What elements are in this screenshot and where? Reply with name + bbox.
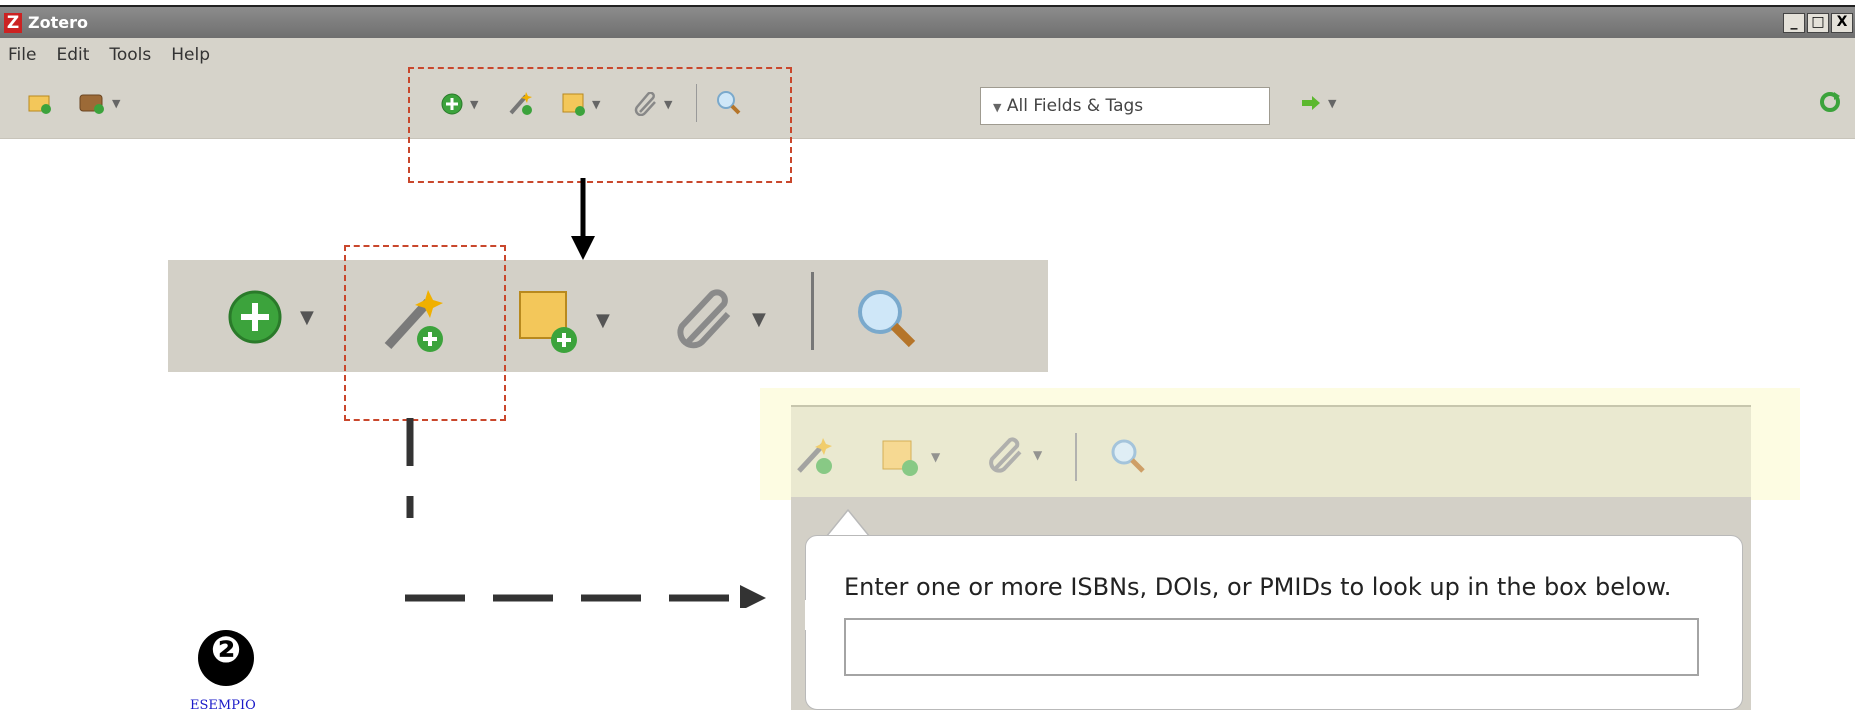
menu-tools[interactable]: Tools xyxy=(109,38,151,72)
zoomed-toolbar: ▼ ▼ ▼ xyxy=(168,260,1048,372)
add-by-identifier-icon xyxy=(797,438,832,474)
zoomed-advanced-search-button[interactable] xyxy=(854,286,918,354)
dropdown-arrow-icon: ▼ xyxy=(300,306,314,328)
toolbar-separator xyxy=(811,272,814,350)
new-collection-button[interactable] xyxy=(28,92,52,114)
search-mode-field[interactable]: ▼ All Fields & Tags xyxy=(980,87,1270,125)
toolbar-separator xyxy=(1075,433,1077,481)
identifier-input[interactable] xyxy=(844,618,1699,676)
popup-toolbar: ▼ ▼ xyxy=(791,405,1751,497)
new-library-button[interactable]: ▼ xyxy=(78,92,120,114)
dropdown-arrow-icon: ▼ xyxy=(1328,96,1337,110)
lookup-instructions: Enter one or more ISBNs, DOIs, or PMIDs … xyxy=(844,573,1672,601)
new-item-icon xyxy=(228,290,282,344)
popup-add-by-identifier-button[interactable] xyxy=(795,435,835,479)
arrow-down-icon xyxy=(571,178,595,260)
search-mode-dropdown-icon: ▼ xyxy=(993,101,1002,114)
minimize-button[interactable]: _ xyxy=(1783,13,1805,33)
highlight-box-identifier xyxy=(344,245,506,421)
dropdown-arrow-icon: ▼ xyxy=(1033,448,1043,462)
search-mode-label: All Fields & Tags xyxy=(1006,96,1144,116)
popup-add-attachment-button[interactable]: ▼ xyxy=(987,437,1042,473)
sync-button[interactable] xyxy=(1818,90,1842,114)
zotero-logo-icon: Z xyxy=(4,13,22,33)
new-library-icon xyxy=(79,94,104,114)
new-note-icon xyxy=(882,440,918,476)
menu-file[interactable]: File xyxy=(8,38,36,72)
window-controls: _ □ X xyxy=(1783,13,1853,33)
new-collection-icon xyxy=(28,95,51,114)
locate-icon xyxy=(1302,96,1320,110)
menu-bar: File Edit Tools Help xyxy=(0,38,1855,72)
zoomed-new-item-button[interactable]: ▼ xyxy=(226,288,314,346)
popup-advanced-search-button[interactable] xyxy=(1109,437,1147,479)
popup-new-note-button[interactable]: ▼ xyxy=(881,437,940,477)
main-toolbar: ▼ ▼ ▼ ▼ ▼ All Fields & Tags ▼ xyxy=(0,72,1855,139)
add-attachment-icon xyxy=(989,437,1022,473)
maximize-button[interactable]: □ xyxy=(1807,13,1829,33)
dropdown-arrow-icon: ▼ xyxy=(596,309,610,331)
zoomed-new-note-button[interactable]: ▼ xyxy=(516,286,610,354)
highlight-box-toolbar xyxy=(408,67,792,183)
dashed-arrow-icon xyxy=(405,418,766,608)
dropdown-arrow-icon: ▼ xyxy=(931,450,941,464)
example-caption: ESEMPIO xyxy=(190,698,256,713)
step-badge: ❷ xyxy=(198,630,254,686)
menu-help[interactable]: Help xyxy=(171,38,210,72)
menu-edit[interactable]: Edit xyxy=(56,38,89,72)
window-title: Zotero xyxy=(28,13,88,32)
locate-button[interactable]: ▼ xyxy=(1300,94,1336,112)
new-note-icon xyxy=(519,291,577,353)
advanced-search-icon xyxy=(1111,439,1145,473)
dropdown-arrow-icon: ▼ xyxy=(752,308,766,330)
dropdown-arrow-icon: ▼ xyxy=(112,96,121,110)
add-attachment-icon xyxy=(677,289,731,349)
popup-edge-cover xyxy=(805,600,815,630)
zoomed-add-attachment-button[interactable]: ▼ xyxy=(674,288,766,350)
close-button[interactable]: X xyxy=(1831,13,1853,33)
title-bar: Z Zotero _ □ X xyxy=(0,5,1855,38)
sync-icon xyxy=(1820,92,1840,112)
popup-pointer-icon xyxy=(826,508,870,538)
lookup-popup: Enter one or more ISBNs, DOIs, or PMIDs … xyxy=(805,535,1743,710)
advanced-search-icon xyxy=(858,290,916,348)
